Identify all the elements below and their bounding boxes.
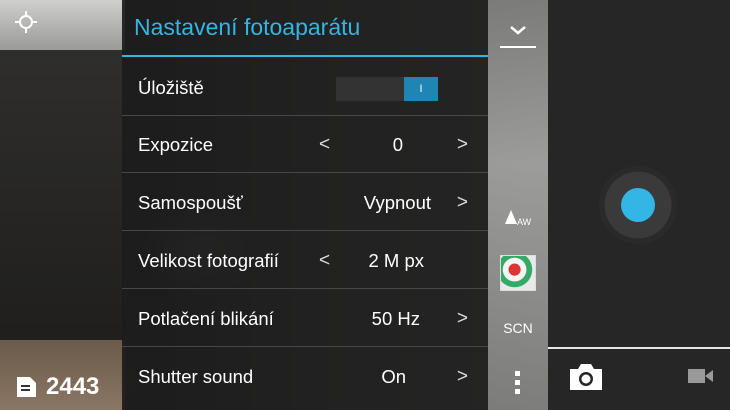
collapse-settings-button[interactable]	[488, 10, 548, 54]
white-balance-icon: AW	[505, 210, 532, 227]
color-effect-button[interactable]	[488, 254, 548, 292]
setting-row-picture-size[interactable]: Velikost fotografií < 2 M px	[122, 232, 488, 289]
antibanding-next-button[interactable]: >	[457, 290, 468, 347]
camera-icon[interactable]	[568, 362, 604, 392]
exposure-decrease-button[interactable]: <	[319, 116, 330, 173]
self-timer-value: Vypnout	[363, 192, 431, 213]
color-effect-thumbnail	[500, 255, 536, 291]
exposure-value: 0	[392, 134, 403, 155]
picture-size-value: 2 M px	[368, 250, 424, 271]
setting-row-shutter-sound[interactable]: Shutter sound On >	[122, 348, 488, 405]
setting-label: Úložiště	[138, 77, 204, 98]
panel-title: Nastavení fotoaparátu	[134, 14, 361, 40]
camera-settings-panel: Nastavení fotoaparátu Úložiště I Expozic…	[122, 0, 488, 410]
focus-icon[interactable]	[15, 11, 37, 33]
remaining-shots: 2443	[14, 373, 99, 401]
shutter-sound-next-button[interactable]: >	[457, 348, 468, 405]
sd-card-icon	[17, 377, 36, 397]
setting-row-antibanding[interactable]: Potlačení blikání 50 Hz >	[122, 290, 488, 347]
settings-strip: AW SCN	[488, 0, 548, 410]
storage-toggle[interactable]: I	[336, 77, 438, 101]
more-options-icon	[515, 371, 520, 394]
white-balance-label: AW	[517, 217, 532, 227]
shutter-sound-value: On	[381, 366, 406, 387]
antibanding-value: 50 Hz	[371, 308, 420, 329]
shutter-button-core	[621, 188, 655, 222]
toggle-knob: I	[404, 77, 438, 101]
self-timer-next-button[interactable]: >	[457, 174, 468, 231]
more-options-button[interactable]	[488, 368, 548, 398]
white-balance-button[interactable]: AW	[488, 200, 548, 234]
scene-mode-label: SCN	[503, 320, 533, 336]
video-icon[interactable]	[688, 368, 714, 384]
shutter-button[interactable]	[599, 166, 677, 244]
setting-label: Expozice	[138, 134, 214, 155]
mode-divider	[548, 347, 730, 349]
remaining-shots-count: 2443	[46, 373, 100, 400]
setting-row-self-timer[interactable]: Samospoušť Vypnout >	[122, 174, 488, 231]
camera-controls	[548, 0, 730, 410]
exposure-increase-button[interactable]: >	[457, 116, 468, 173]
setting-row-exposure[interactable]: Expozice < 0 >	[122, 116, 488, 173]
scene-mode-button[interactable]: SCN	[488, 314, 548, 342]
setting-label: Samospoušť	[138, 192, 243, 213]
setting-row-storage[interactable]: Úložiště I	[122, 59, 488, 116]
picture-size-prev-button[interactable]: <	[319, 232, 330, 289]
setting-label: Shutter sound	[138, 366, 254, 387]
viewfinder-wall	[0, 50, 125, 350]
setting-label: Velikost fotografií	[138, 250, 279, 271]
chevron-down-icon	[500, 26, 536, 48]
setting-label: Potlačení blikání	[138, 308, 274, 329]
panel-header: Nastavení fotoaparátu	[122, 0, 488, 57]
